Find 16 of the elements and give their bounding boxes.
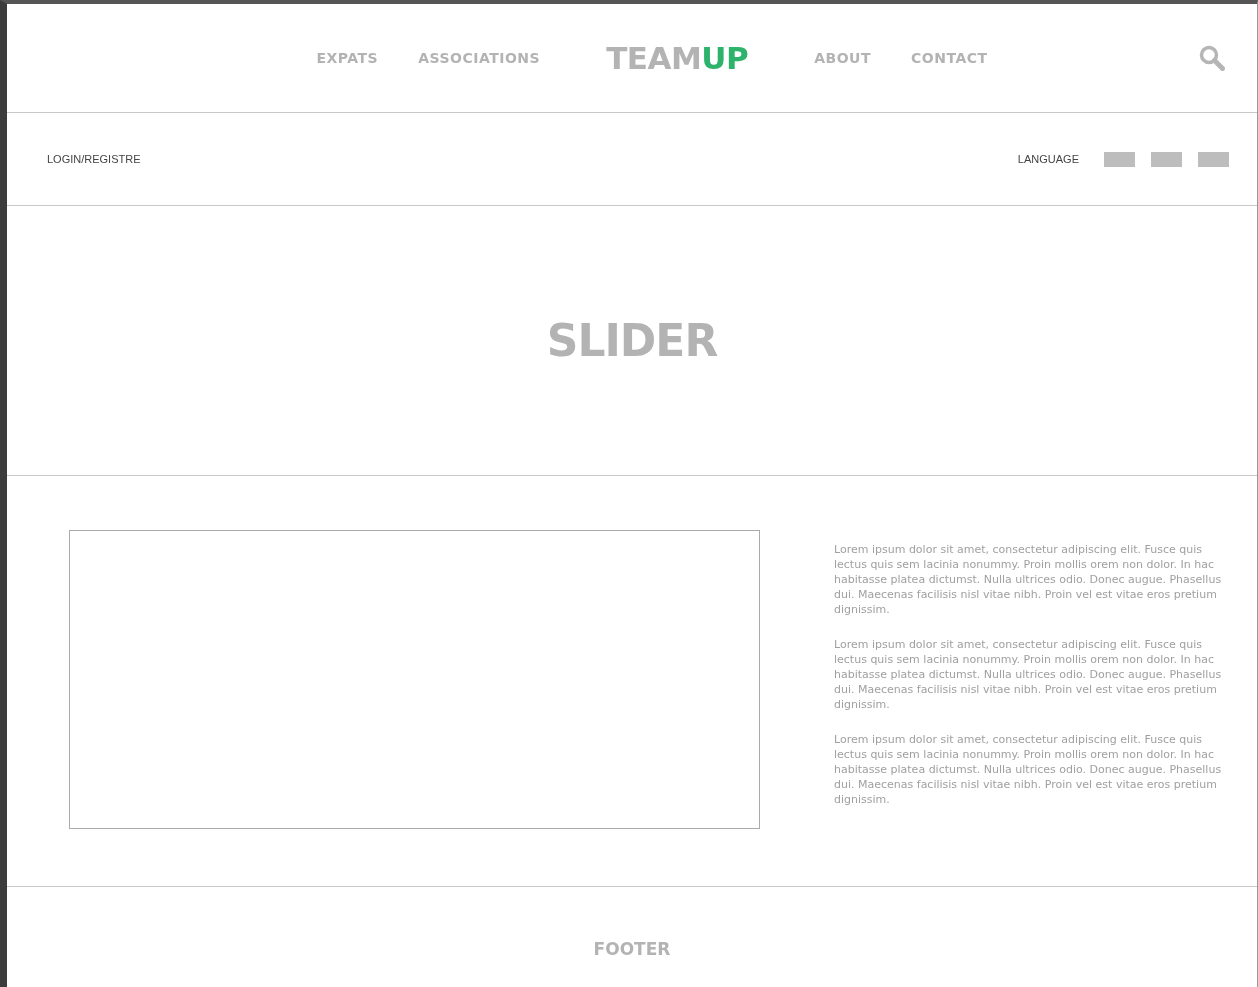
- search-icon[interactable]: [1199, 45, 1225, 71]
- language-flag-icon[interactable]: [1104, 151, 1135, 167]
- login-link[interactable]: LOGIN/REGISTRE: [47, 153, 141, 165]
- slider-label: SLIDER: [546, 315, 718, 366]
- logo[interactable]: TEAMUP: [606, 40, 749, 76]
- paragraph: Lorem ipsum dolor sit amet, consectetur adipiscing elit. Fusce quis lectus quis sem lacinia nonummy. Proin mollis orem non dolor. In hac habitasse platea dictumst. Nulla ultrices odio. Donec augue. Phasellus dui. Maecenas facilisis nisl vitae nibh. Proin vel est vitae eros pretium dignissim.: [834, 542, 1223, 617]
- language-label: LANGUAGE: [1017, 153, 1079, 165]
- nav-link[interactable]: EXPATS: [316, 50, 379, 66]
- nav-link[interactable]: ASSOCIATIONS: [418, 50, 541, 66]
- paragraph: Lorem ipsum dolor sit amet, consectetur adipiscing elit. Fusce quis lectus quis sem lacinia nonummy. Proin mollis orem non dolor. In hac habitasse platea dictumst. Nulla ultrices odio. Donec augue. Phasellus dui. Maecenas facilisis nisl vitae nibh. Proin vel est vitae eros pretium dignissim.: [834, 637, 1223, 712]
- nav-link[interactable]: CONTACT: [911, 50, 988, 66]
- paragraph: Lorem ipsum dolor sit amet, consectetur adipiscing elit. Fusce quis lectus quis sem lacinia nonummy. Proin mollis orem non dolor. In hac habitasse platea dictumst. Nulla ultrices odio. Donec augue. Phasellus dui. Maecenas facilisis nisl vitae nibh. Proin vel est vitae eros pretium dignissim.: [834, 732, 1223, 807]
- footer-label: FOOTER: [593, 939, 671, 961]
- nav-link[interactable]: ABOUT: [814, 50, 872, 66]
- language-flag-icon[interactable]: [1151, 151, 1182, 167]
- language-flag-icon[interactable]: [1198, 151, 1229, 167]
